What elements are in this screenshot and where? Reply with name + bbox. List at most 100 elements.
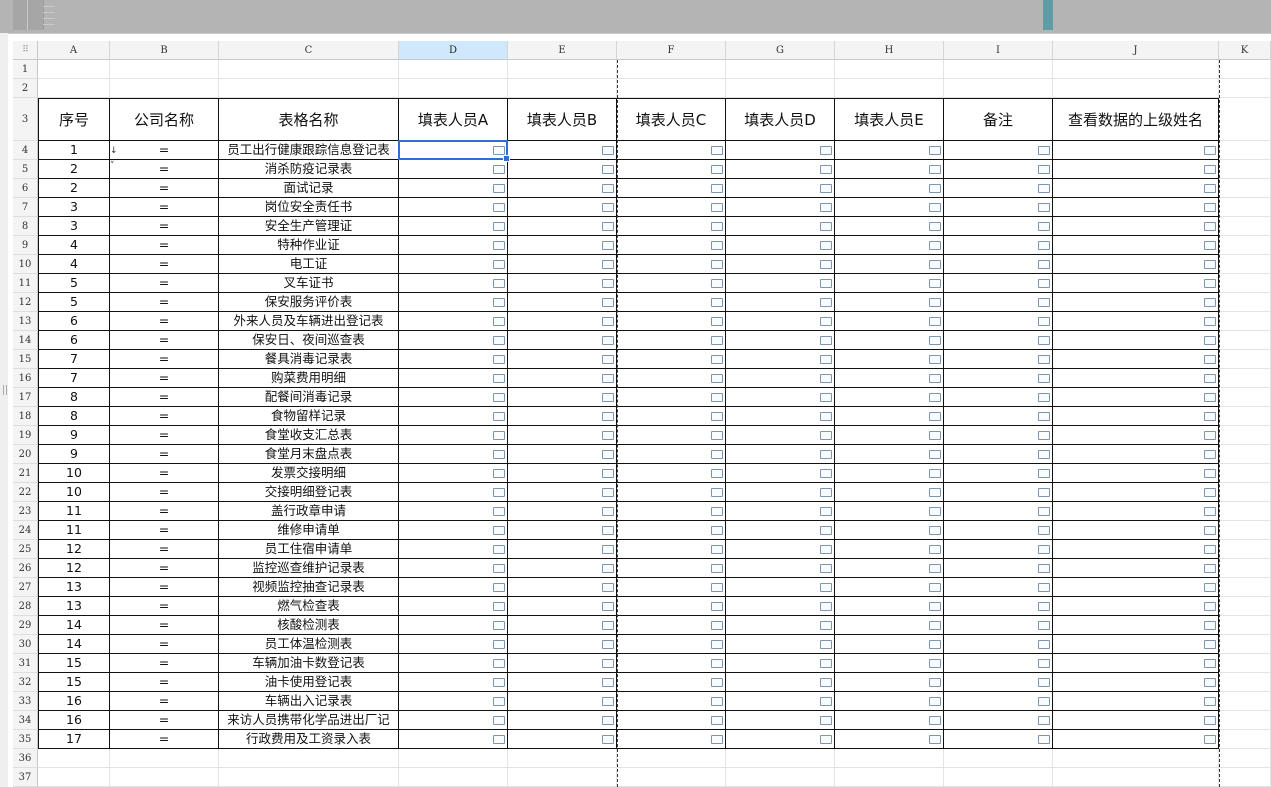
cell[interactable] [1219, 711, 1271, 730]
row-header-14[interactable]: 14 [13, 331, 38, 350]
checkbox-cell[interactable] [399, 559, 508, 578]
checkbox-cell[interactable] [1053, 730, 1219, 749]
checkbox-cell[interactable] [944, 236, 1053, 255]
checkbox-cell[interactable] [944, 464, 1053, 483]
checkbox[interactable] [602, 431, 614, 440]
company-cell[interactable]: = [110, 559, 219, 578]
checkbox-cell[interactable] [508, 217, 617, 236]
checkbox-cell[interactable] [726, 521, 835, 540]
form-name-cell[interactable]: 外来人员及车辆进出登记表 [219, 312, 399, 331]
checkbox-cell[interactable] [1053, 274, 1219, 293]
checkbox-cell[interactable] [835, 369, 944, 388]
checkbox-cell[interactable] [944, 350, 1053, 369]
checkbox[interactable] [1038, 336, 1050, 345]
row-header-7[interactable]: 7 [13, 198, 38, 217]
row-header-28[interactable]: 28 [13, 597, 38, 616]
checkbox-cell[interactable] [1053, 464, 1219, 483]
cell[interactable] [1219, 255, 1271, 274]
checkbox[interactable] [1204, 488, 1216, 497]
company-cell[interactable]: = [110, 236, 219, 255]
checkbox-cell[interactable] [508, 730, 617, 749]
company-cell[interactable]: = [110, 578, 219, 597]
checkbox[interactable] [820, 621, 832, 630]
company-cell[interactable]: = [110, 673, 219, 692]
seq-cell[interactable]: 9 [38, 426, 110, 445]
checkbox[interactable] [929, 165, 941, 174]
checkbox[interactable] [1038, 431, 1050, 440]
checkbox[interactable] [1204, 659, 1216, 668]
checkbox-cell[interactable] [944, 179, 1053, 198]
company-cell[interactable]: = [110, 407, 219, 426]
row-header-30[interactable]: 30 [13, 635, 38, 654]
checkbox[interactable] [929, 260, 941, 269]
checkbox[interactable] [711, 241, 723, 250]
form-name-cell[interactable]: 食物留样记录 [219, 407, 399, 426]
checkbox[interactable] [602, 564, 614, 573]
checkbox[interactable] [1038, 564, 1050, 573]
checkbox[interactable] [929, 393, 941, 402]
row-header-35[interactable]: 35 [13, 730, 38, 749]
company-cell[interactable]: = [110, 730, 219, 749]
checkbox-cell[interactable] [399, 388, 508, 407]
checkbox[interactable] [820, 298, 832, 307]
company-cell[interactable]: = [110, 274, 219, 293]
checkbox-cell[interactable] [1053, 407, 1219, 426]
checkbox[interactable] [1204, 678, 1216, 687]
checkbox-cell[interactable] [726, 160, 835, 179]
checkbox-cell[interactable] [508, 141, 617, 160]
checkbox[interactable] [820, 450, 832, 459]
checkbox-cell[interactable] [617, 141, 726, 160]
checkbox[interactable] [711, 678, 723, 687]
seq-cell[interactable]: 15 [38, 673, 110, 692]
form-name-cell[interactable]: 车辆加油卡数登记表 [219, 654, 399, 673]
checkbox-cell[interactable] [726, 559, 835, 578]
checkbox-cell[interactable] [835, 255, 944, 274]
checkbox[interactable] [929, 203, 941, 212]
checkbox-cell[interactable] [944, 578, 1053, 597]
checkbox-cell[interactable] [508, 236, 617, 255]
checkbox[interactable] [711, 260, 723, 269]
checkbox-cell[interactable] [1053, 255, 1219, 274]
checkbox-cell[interactable] [835, 312, 944, 331]
checkbox-cell[interactable] [508, 331, 617, 350]
checkbox-cell[interactable] [399, 236, 508, 255]
checkbox[interactable] [602, 450, 614, 459]
seq-cell[interactable]: 11 [38, 521, 110, 540]
form-name-cell[interactable]: 燃气检查表 [219, 597, 399, 616]
checkbox[interactable] [602, 735, 614, 744]
checkbox[interactable] [1038, 241, 1050, 250]
seq-cell[interactable]: 14 [38, 635, 110, 654]
checkbox[interactable] [1204, 602, 1216, 611]
checkbox-cell[interactable] [399, 217, 508, 236]
checkbox[interactable] [929, 279, 941, 288]
checkbox[interactable] [820, 659, 832, 668]
company-cell[interactable]: = [110, 445, 219, 464]
cell[interactable] [508, 79, 617, 98]
seq-cell[interactable]: 4 [38, 255, 110, 274]
row-header-32[interactable]: 32 [13, 673, 38, 692]
checkbox[interactable] [602, 678, 614, 687]
checkbox-cell[interactable] [617, 350, 726, 369]
checkbox-cell[interactable] [399, 673, 508, 692]
checkbox[interactable] [820, 222, 832, 231]
form-name-cell[interactable]: 配餐间消毒记录 [219, 388, 399, 407]
checkbox-cell[interactable] [726, 483, 835, 502]
checkbox[interactable] [602, 222, 614, 231]
cell[interactable] [1053, 768, 1219, 787]
checkbox[interactable] [820, 640, 832, 649]
checkbox-cell[interactable] [1053, 654, 1219, 673]
seq-cell[interactable]: 17 [38, 730, 110, 749]
row-header-24[interactable]: 24 [13, 521, 38, 540]
checkbox-cell[interactable] [508, 464, 617, 483]
checkbox-cell[interactable] [944, 426, 1053, 445]
seq-cell[interactable]: 5 [38, 293, 110, 312]
checkbox[interactable] [820, 735, 832, 744]
checkbox-cell[interactable] [835, 426, 944, 445]
cell[interactable] [835, 60, 944, 79]
cell[interactable] [1219, 559, 1271, 578]
checkbox-cell[interactable] [617, 597, 726, 616]
checkbox[interactable] [711, 469, 723, 478]
checkbox[interactable] [493, 735, 505, 744]
checkbox[interactable] [711, 374, 723, 383]
cell[interactable] [1219, 483, 1271, 502]
